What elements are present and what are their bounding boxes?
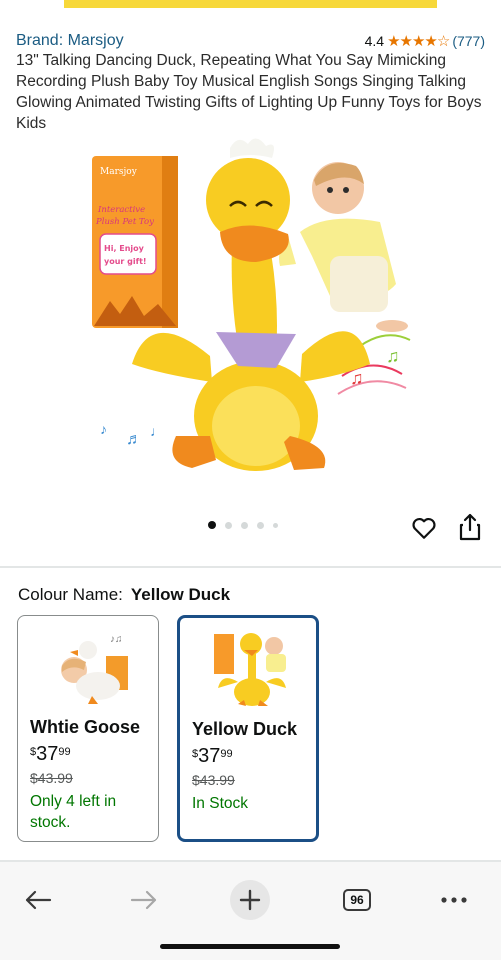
rating-value: 4.4 xyxy=(364,33,385,49)
variant-name: Whtie Goose xyxy=(30,717,141,737)
page-dot[interactable] xyxy=(241,521,248,529)
variant-price: $3799 xyxy=(30,743,71,765)
more-icon xyxy=(441,897,467,903)
svg-text:♬: ♬ xyxy=(126,431,142,448)
page-dot[interactable] xyxy=(257,521,264,529)
variant-stock-status: In Stock xyxy=(192,795,248,812)
box-line-1: Interactive xyxy=(97,205,145,215)
tab-count: 96 xyxy=(350,893,364,907)
box-line-3: Hi, Enjoy xyxy=(104,244,145,253)
variant-list-price: $43.99 xyxy=(192,772,235,788)
colour-name-value: Yellow Duck xyxy=(130,585,231,604)
review-count[interactable]: (777) xyxy=(452,33,485,49)
svg-text:♫: ♫ xyxy=(350,368,364,388)
box-line-2: Plush Pet Toy xyxy=(95,217,154,227)
page-dot[interactable] xyxy=(208,521,216,529)
product-title: 13" Talking Dancing Duck, Repeating What… xyxy=(16,52,482,132)
top-banner-strip xyxy=(64,0,437,8)
baby-illustration xyxy=(279,162,408,332)
forward-button[interactable] xyxy=(122,878,166,922)
heart-icon[interactable] xyxy=(411,515,437,541)
tabs-icon: 96 xyxy=(343,889,371,911)
page-dot[interactable] xyxy=(225,521,232,529)
variant-list-price: $43.99 xyxy=(30,770,73,786)
svg-text:♫: ♫ xyxy=(386,346,400,366)
share-icon[interactable] xyxy=(458,513,482,541)
box-line-4: your gift! xyxy=(104,257,147,266)
more-button[interactable] xyxy=(432,878,476,922)
new-tab-button[interactable] xyxy=(228,878,272,922)
plus-icon xyxy=(239,889,261,911)
tabs-button[interactable]: 96 xyxy=(335,878,379,922)
rating-summary[interactable]: 4.4 ★★★★☆ (777) xyxy=(365,32,485,50)
back-button[interactable] xyxy=(16,878,60,922)
section-divider xyxy=(0,566,501,568)
brand-link[interactable]: Brand: Marsjoy xyxy=(16,32,124,50)
variant-stock-status: Only 4 left in stock. xyxy=(30,793,117,831)
star-rating-icon: ★★★★☆ xyxy=(387,33,450,50)
svg-text:♪: ♪ xyxy=(100,421,107,437)
forward-arrow-icon xyxy=(130,890,157,910)
variant-name: Yellow Duck xyxy=(192,719,298,739)
home-indicator xyxy=(160,944,340,949)
product-box-illustration: Marsjoy Interactive Plush Pet Toy Hi, En… xyxy=(92,156,178,328)
colour-name-row: Colour Name: Yellow Duck xyxy=(18,585,230,605)
variant-price: $3799 xyxy=(192,745,233,767)
svg-text:♪♫: ♪♫ xyxy=(110,634,123,645)
white-goose-thumbnail: ♪♫ xyxy=(61,634,128,704)
image-pagination[interactable] xyxy=(208,521,278,529)
svg-text:♩: ♩ xyxy=(150,423,164,439)
yellow-duck-thumbnail xyxy=(214,633,286,706)
back-arrow-icon xyxy=(25,890,52,910)
page-dot[interactable] xyxy=(273,522,278,528)
product-image[interactable]: Marsjoy Interactive Plush Pet Toy Hi, En… xyxy=(80,136,420,476)
colour-name-label: Colour Name: xyxy=(18,585,123,604)
variant-swatch-white-goose[interactable]: ♪♫ Whtie Goose $3799 $43.99 Only 4 left … xyxy=(17,615,159,842)
variant-swatch-yellow-duck[interactable]: Yellow Duck $3799 $43.99 In Stock xyxy=(177,615,319,842)
box-brand-text: Marsjoy xyxy=(100,167,138,177)
